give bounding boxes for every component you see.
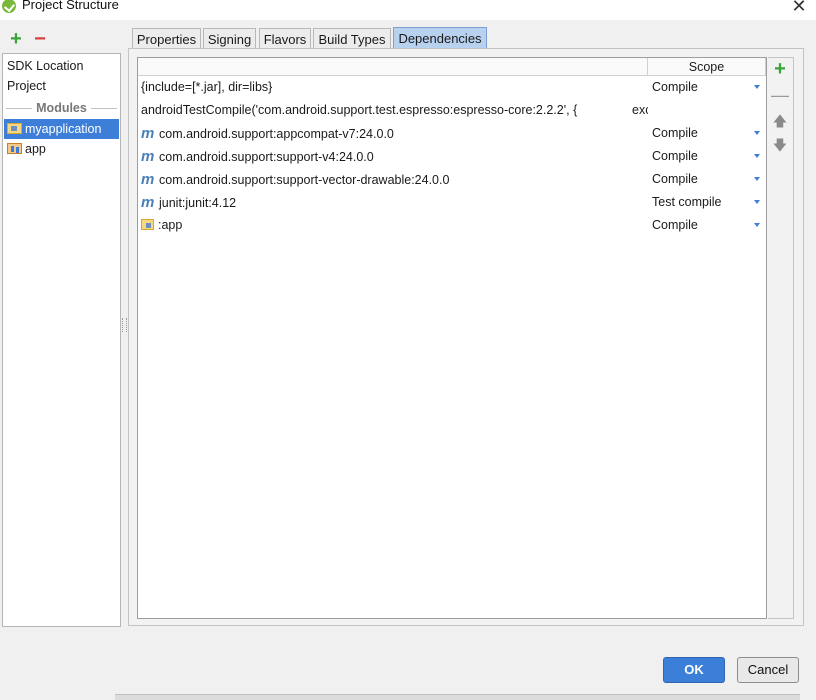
scope-select[interactable]: Compile [652, 76, 752, 99]
panel-splitter-handle[interactable] [122, 318, 127, 332]
window-title: Project Structure [22, 0, 119, 12]
dependency-name: androidTestCompile('com.android.support.… [141, 103, 578, 117]
sidebar-item-myapplication[interactable]: myapplication [4, 119, 119, 139]
sidebar-item-label: myapplication [25, 122, 102, 136]
tab-signing[interactable]: Signing [203, 28, 256, 49]
add-dependency-button[interactable]: + [771, 59, 789, 79]
scope-select[interactable]: Test compile [652, 191, 752, 214]
dependency-name: com.android.support:support-vector-drawa… [159, 173, 450, 187]
move-down-button[interactable]: 🡇 [771, 136, 789, 154]
maven-icon: m [141, 194, 155, 211]
android-studio-icon [2, 0, 16, 13]
table-row[interactable]: m com.android.support:appcompat-v7:24.0.0… [138, 122, 766, 145]
modules-header: Modules [4, 98, 119, 118]
chevron-down-icon[interactable] [754, 177, 760, 181]
remove-dependency-button[interactable]: — [771, 86, 789, 104]
scope-select[interactable] [652, 99, 752, 122]
dependency-name-overflow: exclude [632, 103, 648, 117]
scope-select[interactable]: Compile [652, 168, 752, 191]
scope-select[interactable]: Compile [652, 145, 752, 168]
title-bar: Project Structure ✕ [0, 0, 816, 20]
maven-icon: m [141, 148, 155, 165]
sidebar-item-label: app [25, 142, 46, 156]
dependency-name-cell: m com.android.support:support-vector-draw… [141, 168, 646, 191]
column-header-name[interactable] [138, 58, 648, 76]
tab-properties[interactable]: Properties [132, 28, 201, 49]
dependency-name-cell: m junit:junit:4.12 [141, 191, 646, 214]
dependency-name: com.android.support:support-v4:24.0.0 [159, 150, 374, 164]
dependency-name: {include=[*.jar], dir=libs} [141, 80, 273, 94]
tab-build-types[interactable]: Build Types [313, 28, 391, 49]
dependency-name-cell: m com.android.support:appcompat-v7:24.0.0 [141, 122, 646, 145]
chevron-down-icon[interactable] [754, 223, 760, 227]
close-button[interactable]: ✕ [788, 0, 810, 16]
module-list-panel: SDK Location Project Modules myapplicati… [2, 53, 121, 627]
tab-dependencies[interactable]: Dependencies [393, 27, 487, 49]
scope-select[interactable]: Compile [652, 122, 752, 145]
dependency-toolbar: + — 🡅 🡇 [768, 57, 794, 619]
maven-icon: m [141, 171, 155, 188]
android-app-module-icon [7, 143, 22, 154]
sidebar-item-project[interactable]: Project [4, 76, 119, 96]
chevron-down-icon[interactable] [754, 154, 760, 158]
dependency-name-cell: :app [141, 214, 646, 237]
move-up-button[interactable]: 🡅 [771, 112, 789, 130]
module-folder-icon [141, 219, 154, 230]
chevron-down-icon[interactable] [754, 85, 760, 89]
table-row[interactable]: :app Compile [138, 214, 766, 237]
module-folder-icon [7, 123, 22, 134]
chevron-down-icon[interactable] [754, 200, 760, 204]
dependency-name-cell: m com.android.support:support-v4:24.0.0 [141, 145, 646, 168]
dependency-name: :app [158, 218, 183, 232]
table-row[interactable]: m com.android.support:support-v4:24.0.0 C… [138, 145, 766, 168]
dependencies-table: Scope {include=[*.jar], dir=libs} Compil… [137, 57, 767, 619]
remove-module-button[interactable]: − [32, 29, 48, 49]
table-row[interactable]: m com.android.support:support-vector-draw… [138, 168, 766, 191]
column-header-scope[interactable]: Scope [648, 58, 766, 76]
scope-select[interactable]: Compile [652, 214, 752, 237]
cancel-button[interactable]: Cancel [737, 657, 799, 683]
maven-icon: m [141, 125, 155, 142]
table-row[interactable]: androidTestCompile('com.android.support.… [138, 99, 766, 122]
table-row[interactable]: m junit:junit:4.12 Test compile [138, 191, 766, 214]
ok-button[interactable]: OK [663, 657, 725, 683]
dependency-name: junit:junit:4.12 [159, 196, 237, 210]
table-row[interactable]: {include=[*.jar], dir=libs} Compile [138, 76, 766, 99]
sidebar-item-sdk-location[interactable]: SDK Location [4, 56, 119, 76]
window-bottom-edge [115, 694, 800, 700]
dependency-name: com.android.support:appcompat-v7:24.0.0 [159, 127, 394, 141]
add-module-button[interactable]: + [8, 29, 24, 49]
tab-flavors[interactable]: Flavors [259, 28, 311, 49]
sidebar-item-app[interactable]: app [4, 139, 119, 159]
chevron-down-icon[interactable] [754, 131, 760, 135]
